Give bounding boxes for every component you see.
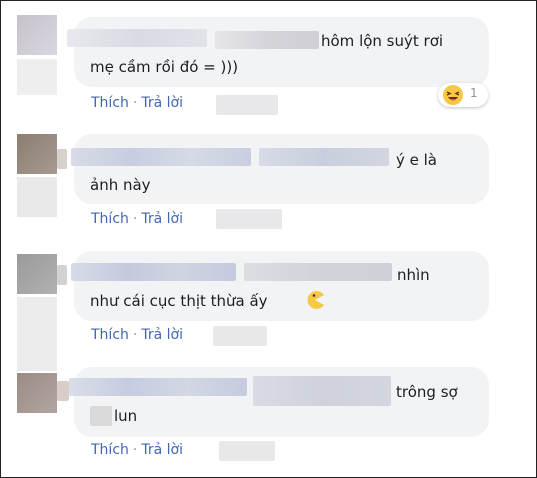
tagged-name[interactable] — [244, 263, 392, 281]
reply-link[interactable]: Trả lời — [141, 327, 183, 343]
reaction-count: 1 — [470, 86, 478, 100]
timestamp[interactable] — [216, 209, 282, 229]
tagged-name[interactable] — [215, 31, 319, 49]
comment-text-line2: ảnh này — [90, 176, 151, 194]
avatar[interactable] — [17, 134, 57, 174]
separator: · — [132, 327, 138, 343]
timestamp[interactable] — [216, 95, 278, 115]
pacman-emoji-icon — [307, 291, 324, 309]
avatar[interactable] — [17, 373, 57, 413]
comment-actions: Thích · Trả lời — [91, 95, 183, 111]
comment-text-line1: trông sợ — [396, 383, 458, 401]
reply-link[interactable]: Trả lời — [141, 211, 183, 227]
commenter-name[interactable] — [69, 378, 247, 396]
like-link[interactable]: Thích — [91, 95, 129, 111]
commenter-name[interactable] — [71, 263, 236, 281]
avatar-shadow — [17, 59, 57, 95]
avatar-shadow — [17, 337, 57, 371]
tagged-name[interactable] — [253, 376, 391, 406]
commenter-name[interactable] — [71, 148, 251, 166]
comment-actions: Thích · Trả lời — [91, 327, 183, 343]
comment-text-line2: lun — [114, 407, 138, 425]
like-link[interactable]: Thích — [91, 442, 129, 458]
reply-link[interactable]: Trả lời — [141, 95, 183, 111]
tagged-name[interactable] — [259, 148, 389, 166]
avatar-shadow — [17, 297, 57, 337]
reply-link[interactable]: Trả lời — [141, 442, 183, 458]
separator: · — [132, 442, 138, 458]
like-link[interactable]: Thích — [91, 327, 129, 343]
avatar-edge — [57, 265, 67, 285]
avatar-edge — [57, 149, 67, 169]
timestamp[interactable] — [213, 326, 267, 346]
comment-text-line1: hôm lộn suýt rơi — [321, 32, 444, 50]
avatar-shadow — [17, 177, 57, 217]
avatar[interactable] — [17, 15, 57, 55]
comment-text-line1: nhìn — [397, 266, 430, 284]
comments-panel: hôm lộn suýt rơi mẹ cầm rồi đó = ))) Thí… — [0, 0, 537, 478]
separator: · — [132, 95, 138, 111]
laughing-emoji-icon — [443, 85, 463, 105]
timestamp[interactable] — [219, 441, 275, 461]
comment-actions: Thích · Trả lời — [91, 211, 183, 227]
comment-actions: Thích · Trả lời — [91, 442, 183, 458]
blurred-word — [90, 406, 112, 426]
comment-text-line1: ý e là — [396, 151, 438, 169]
comment-text-line2: mẹ cầm rồi đó = ))) — [90, 58, 239, 76]
like-link[interactable]: Thích — [91, 211, 129, 227]
comment-text-line2: như cái cục thịt thừa ấy — [90, 292, 268, 310]
commenter-name[interactable] — [67, 29, 207, 47]
separator: · — [132, 211, 138, 227]
avatar-edge — [57, 381, 69, 401]
reaction-badge[interactable]: 1 — [438, 83, 488, 107]
avatar[interactable] — [17, 254, 57, 294]
